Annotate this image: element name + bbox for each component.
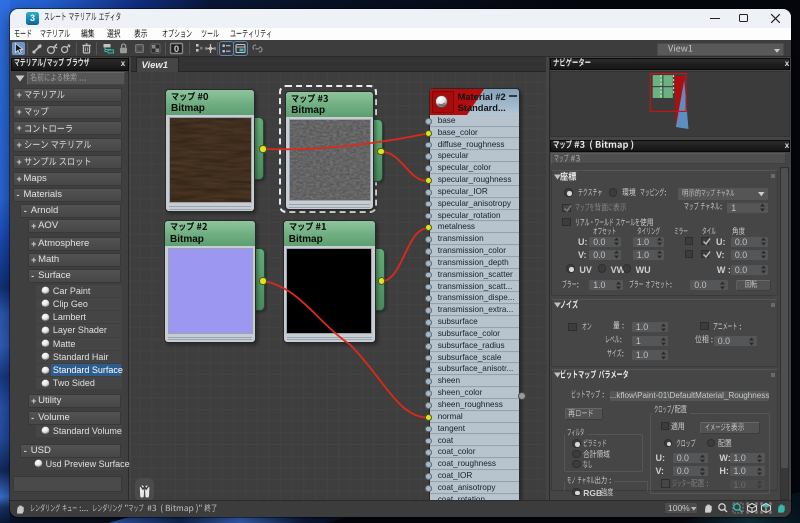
svg-text:0: 0 [174,44,179,55]
